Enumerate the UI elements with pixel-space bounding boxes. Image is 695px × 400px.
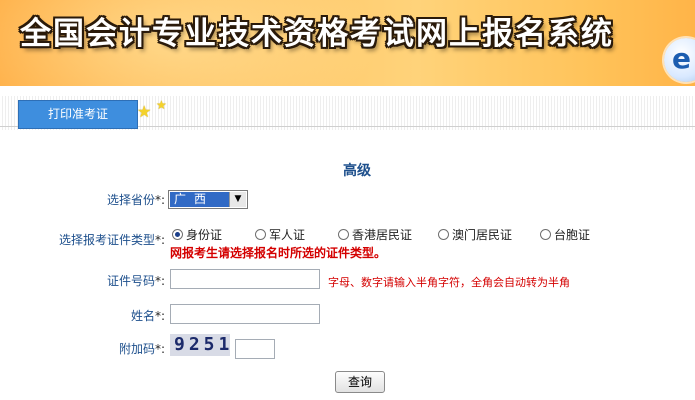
idtype-warning: 网报考生请选择报名时所选的证件类型。	[170, 246, 387, 260]
star-icon-small: ★	[156, 98, 167, 112]
idnumber-label: 证件号码*:	[95, 272, 165, 289]
province-selected-value: 广西	[170, 192, 232, 207]
header-banner: 全国会计专业技术资格考试网上报名系统 e	[0, 0, 695, 86]
name-input[interactable]	[170, 304, 320, 324]
name-label: 姓名*:	[95, 307, 165, 324]
radio-label: 澳门居民证	[452, 227, 513, 242]
name-label-text: 姓名	[130, 309, 155, 323]
required-mark: *:	[154, 309, 165, 323]
radio-taiwan-card[interactable]: 台胞证	[540, 226, 590, 242]
required-mark: *:	[154, 193, 165, 207]
level-title: 高级	[343, 163, 371, 179]
required-mark: *:	[154, 233, 165, 247]
province-label-text: 选择省份	[106, 193, 155, 207]
radio-label: 香港居民证	[352, 227, 413, 242]
radio-id-card[interactable]: 身份证	[172, 226, 222, 242]
radio-icon[interactable]	[540, 228, 551, 240]
idtype-label: 选择报考证件类型*:	[40, 231, 165, 248]
chevron-down-icon[interactable]: ▼	[229, 192, 246, 207]
required-mark: *:	[154, 342, 165, 356]
radio-label: 台胞证	[554, 227, 591, 242]
province-label: 选择省份*:	[95, 191, 165, 208]
captcha-label: 附加码*:	[95, 340, 165, 357]
radio-icon[interactable]	[438, 228, 449, 240]
radio-label: 身份证	[186, 227, 223, 242]
radio-icon[interactable]	[338, 228, 349, 240]
e-logo-icon: e	[664, 38, 695, 82]
required-mark: *:	[154, 274, 165, 288]
query-button[interactable]: 查询	[335, 371, 385, 393]
captcha-image[interactable]: 9251	[170, 334, 230, 356]
radio-macau-card[interactable]: 澳门居民证	[438, 226, 512, 242]
idtype-label-text: 选择报考证件类型	[58, 233, 155, 247]
province-select[interactable]: 广西 ▼	[168, 190, 248, 209]
star-icon: ★	[137, 102, 152, 121]
idnumber-label-text: 证件号码	[106, 274, 155, 288]
radio-icon[interactable]	[255, 228, 266, 240]
captcha-input[interactable]	[235, 339, 275, 359]
radio-hongkong-card[interactable]: 香港居民证	[338, 226, 412, 242]
idnumber-input[interactable]	[170, 269, 320, 289]
captcha-label-text: 附加码	[118, 342, 155, 356]
print-admission-ticket-tab[interactable]: 打印准考证	[18, 100, 138, 129]
idnumber-hint: 字母、数字请输入半角字符，全角会自动转为半角	[328, 276, 570, 289]
radio-military-card[interactable]: 军人证	[255, 226, 305, 242]
radio-selected-icon[interactable]	[172, 228, 183, 240]
site-title: 全国会计专业技术资格考试网上报名系统	[20, 16, 614, 52]
e-logo-letter: e	[672, 42, 691, 75]
radio-label: 军人证	[269, 227, 306, 242]
